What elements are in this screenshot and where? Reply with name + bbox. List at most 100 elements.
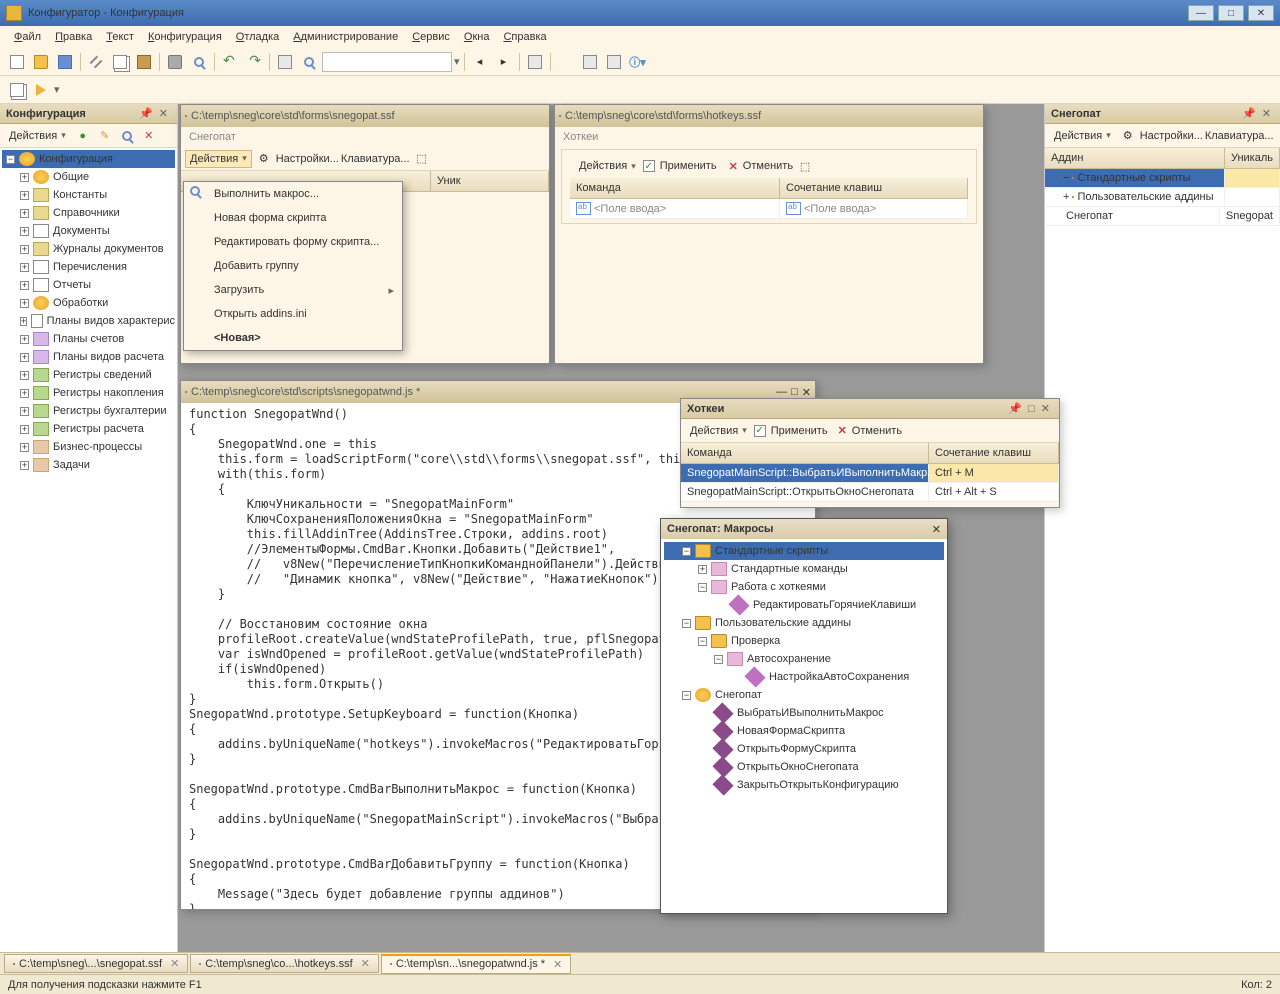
pin-icon[interactable]: 📌 — [1239, 107, 1259, 120]
float-macros-window[interactable]: Снегопат: Макросы ✕ −Стандартные скрипты… — [660, 518, 948, 914]
macro-item[interactable]: ОткрытьОкноСнегопата — [664, 758, 944, 776]
tree-item[interactable]: +Перечисления — [2, 258, 175, 276]
addin-row[interactable]: −Стандартные скрипты — [1045, 169, 1280, 188]
macro-item[interactable]: +Стандартные команды — [664, 560, 944, 578]
menu-Окна[interactable]: Окна — [458, 29, 496, 45]
addin-row[interactable]: +Пользовательские аддины — [1045, 188, 1280, 207]
hotkey-row[interactable]: SnegopatMainScript::ВыбратьИВыполнитьМак… — [681, 464, 1059, 483]
minimize-button[interactable]: — — [1188, 5, 1214, 21]
config-root[interactable]: −Конфигурация — [2, 150, 175, 168]
menu-Сервис[interactable]: Сервис — [406, 29, 456, 45]
find-icon[interactable] — [117, 127, 137, 145]
col-command[interactable]: Команда — [681, 443, 929, 463]
macros-header[interactable]: Снегопат: Макросы ✕ — [661, 519, 947, 539]
tree-item[interactable]: +Регистры расчета — [2, 420, 175, 438]
addin-row[interactable]: СнегопатSnegopat — [1045, 207, 1280, 226]
tree-item[interactable]: +Обработки — [2, 294, 175, 312]
macro-item[interactable]: −Работа с хоткеями — [664, 578, 944, 596]
col-unique[interactable]: Уникаль — [1225, 148, 1280, 168]
maximize-icon[interactable]: □ — [1025, 403, 1038, 415]
menu-Отладка[interactable]: Отладка — [230, 29, 286, 45]
tree-item[interactable]: +Регистры сведений — [2, 366, 175, 384]
tree-item[interactable]: +Журналы документов — [2, 240, 175, 258]
menu-Текст[interactable]: Текст — [100, 29, 140, 45]
menu-item[interactable]: Добавить группу — [184, 254, 402, 278]
close-button[interactable]: ✕ — [1248, 5, 1274, 21]
toggle-button[interactable] — [274, 51, 296, 73]
tree-item[interactable]: +Планы видов характерис — [2, 312, 175, 330]
menu-item[interactable]: Выполнить макрос... — [184, 182, 402, 206]
settings-link[interactable]: Настройки... — [1140, 130, 1203, 142]
cancel-button[interactable]: Отменить — [743, 160, 793, 172]
tree-item[interactable]: +Справочники — [2, 204, 175, 222]
tree-item[interactable]: +Отчеты — [2, 276, 175, 294]
bottom-tab[interactable]: C:\temp\sneg\...\snegopat.ssf✕ — [4, 954, 188, 973]
save-button[interactable] — [54, 51, 76, 73]
pin-icon[interactable]: 📌 — [1005, 402, 1025, 415]
macro-item[interactable]: −Проверка — [664, 632, 944, 650]
tool-button-3[interactable] — [579, 51, 601, 73]
apply-button[interactable]: Применить — [660, 160, 717, 172]
tree-item[interactable]: +Бизнес-процессы — [2, 438, 175, 456]
tool-button-1[interactable] — [524, 51, 546, 73]
close-icon[interactable]: ✕ — [1038, 402, 1053, 415]
col-hotkey[interactable]: Сочетание клавиш — [780, 178, 968, 198]
macro-item[interactable]: −Пользовательские аддины — [664, 614, 944, 632]
input-placeholder[interactable]: <Поле ввода> — [804, 203, 876, 215]
delete-icon[interactable]: ✕ — [139, 127, 159, 145]
preview-button[interactable] — [188, 51, 210, 73]
tool-button-2[interactable] — [555, 51, 577, 73]
pin-icon[interactable]: 📌 — [136, 107, 156, 120]
run-button[interactable] — [30, 79, 52, 101]
tree-item[interactable]: +Планы видов расчета — [2, 348, 175, 366]
keyboard-link[interactable]: Клавиатура... — [1205, 130, 1274, 142]
menu-Файл[interactable]: Файл — [8, 29, 47, 45]
menu-Правка[interactable]: Правка — [49, 29, 98, 45]
close-icon[interactable]: ✕ — [1259, 107, 1274, 120]
bottom-tab[interactable]: C:\temp\sneg\co...\hotkeys.ssf✕ — [190, 954, 379, 973]
macro-item[interactable]: ВыбратьИВыполнитьМакрос — [664, 704, 944, 722]
open-button[interactable] — [30, 51, 52, 73]
input-placeholder[interactable]: <Поле ввода> — [594, 203, 666, 215]
bottom-tab[interactable]: C:\temp\sn...\snegopatwnd.js *✕ — [381, 954, 571, 974]
tool-button-4[interactable] — [603, 51, 625, 73]
tab-close-icon[interactable]: ✕ — [361, 957, 370, 970]
edit-icon[interactable]: ✎ — [95, 127, 115, 145]
settings-icon[interactable]: ⚙ — [254, 150, 274, 168]
help-button[interactable]: ⓘ▾ — [627, 51, 649, 73]
menu-Администрирование[interactable]: Администрирование — [287, 29, 404, 45]
config-tree[interactable]: −Конфигурация +Общие+Константы+Справочни… — [0, 148, 177, 974]
menu-item[interactable]: Редактировать форму скрипта... — [184, 230, 402, 254]
tab-close-icon[interactable]: ✕ — [170, 957, 179, 970]
macros-tree[interactable]: −Стандартные скрипты+Стандартные команды… — [661, 539, 947, 913]
settings-link[interactable]: Настройки... — [276, 153, 339, 165]
maximize-button[interactable]: □ — [1218, 5, 1244, 21]
macro-item[interactable]: НоваяФормаСкрипта — [664, 722, 944, 740]
nav-back-button[interactable]: ◂ — [469, 51, 491, 73]
tab-close-icon[interactable]: ✕ — [553, 958, 562, 971]
col-hotkey[interactable]: Сочетание клавиш — [929, 443, 1059, 463]
apply-button[interactable]: Применить — [771, 425, 828, 437]
new-button[interactable] — [6, 51, 28, 73]
tree-item[interactable]: +Задачи — [2, 456, 175, 474]
menu-item[interactable]: <Новая> — [184, 326, 402, 350]
menu-Конфигурация[interactable]: Конфигурация — [142, 29, 228, 45]
col-addin[interactable]: Аддин — [1045, 148, 1225, 168]
paste-button[interactable] — [133, 51, 155, 73]
macro-item[interactable]: НастройкаАвтоСохранения — [664, 668, 944, 686]
window-header[interactable]: C:\temp\sneg\core\std\forms\hotkeys.ssf — [555, 105, 983, 127]
tree-item[interactable]: +Общие — [2, 168, 175, 186]
actions-dropdown[interactable]: Действия — [1049, 127, 1116, 145]
tree-button[interactable] — [6, 79, 28, 101]
tree-item[interactable]: +Регистры бухгалтерии — [2, 402, 175, 420]
menu-item[interactable]: Загрузить — [184, 278, 402, 302]
maximize-icon[interactable]: □ — [791, 386, 798, 398]
keyboard-link[interactable]: Клавиатура... — [341, 153, 410, 165]
undo-button[interactable]: ↶ — [219, 51, 241, 73]
close-icon[interactable]: ✕ — [156, 107, 171, 120]
actions-dropdown[interactable]: Действия — [4, 127, 71, 145]
menu-Справка[interactable]: Справка — [497, 29, 552, 45]
settings-icon[interactable]: ⚙ — [1118, 127, 1138, 145]
actions-dropdown[interactable]: Действия — [185, 150, 252, 168]
macro-item[interactable]: РедактироватьГорячиеКлавиши — [664, 596, 944, 614]
